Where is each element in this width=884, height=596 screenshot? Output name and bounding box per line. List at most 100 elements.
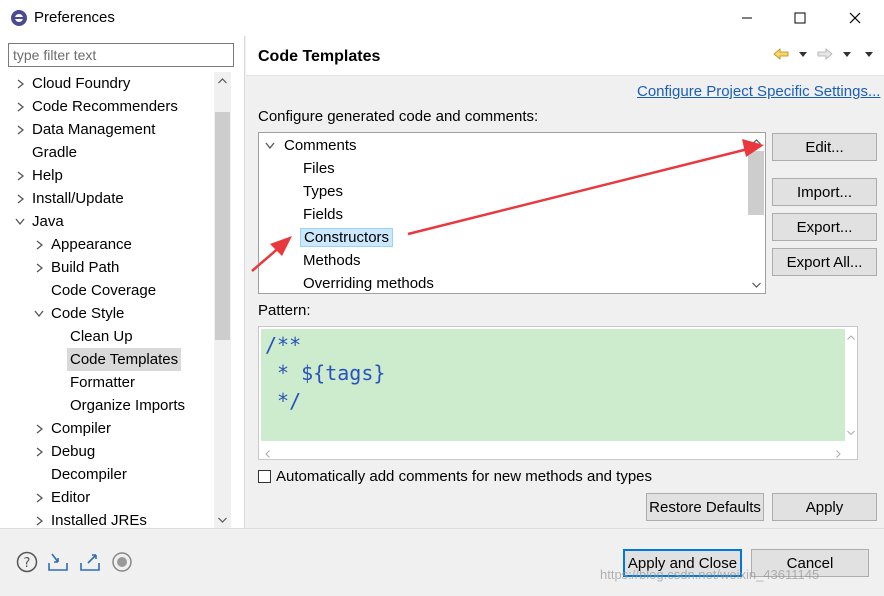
tree-item-label: Debug	[51, 443, 96, 460]
chevron-down-icon[interactable]	[32, 302, 46, 325]
template-item-label: Methods	[303, 252, 361, 269]
chevron-right-icon[interactable]	[13, 118, 27, 141]
edit-button[interactable]: Edit...	[772, 133, 877, 161]
template-item[interactable]: Methods	[300, 249, 364, 272]
templates-tree-scrollbar[interactable]	[747, 133, 765, 293]
minimize-button[interactable]	[724, 0, 770, 36]
tree-item[interactable]: Clean Up	[0, 325, 214, 348]
pattern-text[interactable]: /** * ${tags} */	[261, 329, 845, 441]
scrollbar-thumb[interactable]	[748, 151, 764, 215]
template-item[interactable]: Fields	[300, 203, 346, 226]
restore-defaults-button[interactable]: Restore Defaults	[646, 493, 764, 521]
tree-item-label: Data Management	[32, 121, 156, 138]
tree-item[interactable]: Decompiler	[0, 463, 214, 486]
oomph-record-icon[interactable]	[111, 551, 133, 573]
tree-item-label: Appearance	[51, 236, 132, 253]
tree-item[interactable]: Debug	[0, 440, 214, 463]
chevron-right-icon[interactable]	[32, 486, 46, 509]
scroll-right-arrow-icon[interactable]	[836, 445, 841, 461]
tree-item[interactable]: Code Recommenders	[0, 95, 214, 118]
tree-item[interactable]: Java	[0, 210, 214, 233]
auto-comment-option[interactable]: Automatically add comments for new metho…	[258, 468, 652, 485]
scroll-left-arrow-icon[interactable]	[265, 445, 270, 461]
tree-item[interactable]: Appearance	[0, 233, 214, 256]
chevron-right-icon[interactable]	[13, 72, 27, 95]
chevron-right-icon[interactable]	[32, 417, 46, 440]
tree-item-label: Code Recommenders	[32, 98, 178, 115]
maximize-button[interactable]	[777, 0, 823, 36]
tree-item[interactable]: Cloud Foundry	[0, 72, 214, 95]
history-navigation	[772, 46, 878, 62]
pattern-vertical-scrollbar[interactable]	[845, 329, 857, 441]
back-arrow-icon[interactable]	[772, 46, 790, 62]
tree-item[interactable]: Gradle	[0, 141, 214, 164]
configure-project-settings-link[interactable]: Configure Project Specific Settings...	[637, 83, 880, 100]
chevron-right-icon[interactable]	[32, 440, 46, 463]
tree-item[interactable]: Help	[0, 164, 214, 187]
chevron-right-icon[interactable]	[32, 233, 46, 256]
chevron-down-icon[interactable]	[13, 210, 27, 233]
template-item[interactable]: Types	[300, 180, 346, 203]
scroll-down-arrow-icon[interactable]	[747, 276, 765, 293]
tree-item-label: Compiler	[51, 420, 112, 437]
tree-item[interactable]: Installed JREs	[0, 509, 214, 528]
tree-item[interactable]: Install/Update	[0, 187, 214, 210]
template-item[interactable]: Overriding methods	[300, 272, 437, 293]
chevron-right-icon[interactable]	[13, 164, 27, 187]
import-preferences-icon[interactable]	[47, 551, 69, 573]
scrollbar-thumb[interactable]	[215, 112, 230, 340]
tree-item-label: Decompiler	[51, 466, 127, 483]
chevron-right-icon[interactable]	[32, 509, 46, 528]
preference-page: Code Templates Configure Project Specifi…	[246, 36, 884, 528]
tree-item[interactable]: Code Coverage	[0, 279, 214, 302]
eclipse-app-icon	[10, 9, 28, 27]
pattern-horizontal-scrollbar[interactable]	[261, 441, 845, 458]
scroll-down-arrow-icon[interactable]	[214, 511, 231, 528]
tree-item-label: Code Templates	[67, 348, 182, 371]
tree-item[interactable]: Code Templates	[0, 348, 214, 371]
filter-input[interactable]	[8, 43, 234, 67]
tree-item[interactable]: Editor	[0, 486, 214, 509]
apply-button[interactable]: Apply	[772, 493, 877, 521]
tree-item[interactable]: Formatter	[0, 371, 214, 394]
back-dropdown-icon[interactable]	[794, 46, 812, 62]
tree-item-label: Help	[32, 167, 63, 184]
preferences-tree-scrollbar[interactable]	[214, 72, 231, 528]
template-item-label: Files	[303, 160, 335, 177]
chevron-right-icon[interactable]	[13, 187, 27, 210]
tree-item-label: Install/Update	[32, 190, 124, 207]
tree-item[interactable]: Code Style	[0, 302, 214, 325]
auto-comment-checkbox[interactable]	[258, 470, 271, 483]
page-title: Code Templates	[258, 48, 381, 65]
import-button[interactable]: Import...	[772, 178, 877, 206]
view-menu-icon[interactable]	[860, 46, 878, 62]
title-bar: Preferences	[0, 0, 884, 36]
tree-item[interactable]: Organize Imports	[0, 394, 214, 417]
template-item[interactable]: Constructors	[300, 226, 394, 249]
tree-item[interactable]: Data Management	[0, 118, 214, 141]
chevron-right-icon[interactable]	[32, 256, 46, 279]
scroll-up-arrow-icon[interactable]	[845, 329, 857, 346]
code-templates-tree: Comments Files Types Fields Constructors Meth…	[258, 132, 766, 294]
tree-item-label: Editor	[51, 489, 91, 506]
export-preferences-icon[interactable]	[79, 551, 101, 573]
close-window-button[interactable]	[832, 0, 878, 36]
forward-dropdown-icon[interactable]	[838, 46, 856, 62]
tree-item-label: Gradle	[32, 144, 78, 161]
template-item-label: Overriding methods	[303, 275, 434, 292]
scroll-up-arrow-icon[interactable]	[747, 133, 765, 150]
configure-section-label: Configure generated code and comments:	[258, 108, 539, 125]
chevron-right-icon[interactable]	[13, 95, 27, 118]
forward-arrow-icon[interactable]	[816, 46, 834, 62]
scroll-down-arrow-icon[interactable]	[845, 424, 857, 441]
template-item[interactable]: Comments	[265, 134, 360, 157]
tree-item[interactable]: Compiler	[0, 417, 214, 440]
template-item[interactable]: Files	[300, 157, 338, 180]
chevron-down-icon[interactable]	[265, 134, 275, 157]
export-all-button[interactable]: Export All...	[772, 248, 877, 276]
tree-item[interactable]: Build Path	[0, 256, 214, 279]
help-icon[interactable]: ?	[16, 551, 38, 573]
pattern-viewer: /** * ${tags} */	[258, 326, 858, 460]
scroll-up-arrow-icon[interactable]	[214, 72, 231, 89]
export-button[interactable]: Export...	[772, 213, 877, 241]
